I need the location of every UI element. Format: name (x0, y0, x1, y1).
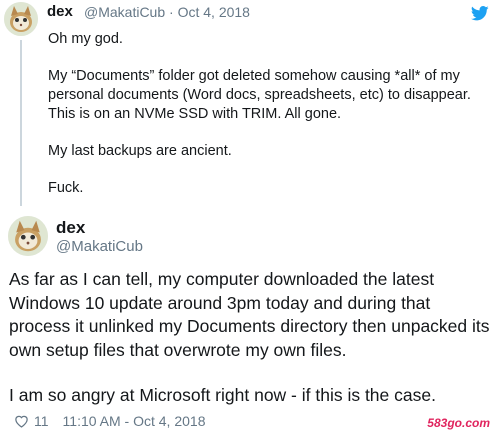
tweet-paragraph: As far as I can tell, my computer downlo… (9, 269, 490, 360)
tweet-paragraph: My last backups are ancient. (48, 143, 232, 159)
tweet-paragraph: Fuck. (48, 180, 84, 196)
tweet-timestamp[interactable]: 11:10 AM - Oct 4, 2018 (63, 413, 206, 429)
tweet-date[interactable]: Oct 4, 2018 (178, 4, 250, 20)
author-handle[interactable]: @MakatiCub (84, 4, 165, 20)
author-name[interactable]: dex (56, 218, 85, 238)
tweet-paragraph: My “Documents” folder got deleted someho… (48, 68, 471, 122)
author-name[interactable]: dex (47, 3, 73, 20)
tweet-text: As far as I can tell, my computer downlo… (9, 268, 495, 430)
avatar[interactable] (4, 2, 38, 36)
twitter-bird-icon[interactable] (470, 6, 489, 26)
cat-avatar-icon (4, 2, 38, 36)
author-handle[interactable]: @MakatiCub (56, 238, 143, 255)
watermark: 583go.com (427, 416, 490, 430)
like-count: 11 (34, 413, 49, 429)
separator-dot: · (169, 4, 174, 20)
like-button[interactable]: 11 (14, 413, 49, 429)
tweet-paragraph: Oh my god. (48, 31, 123, 47)
tweet-paragraph: I am so angry at Microsoft right now - i… (9, 385, 436, 405)
heart-icon (15, 415, 28, 428)
tweet-footer: 11 11:10 AM - Oct 4, 2018 (14, 413, 205, 429)
thread-line (20, 40, 22, 206)
author-meta: @MakatiCub · Oct 4, 2018 (84, 4, 250, 20)
tweet-text: Oh my god. My “Documents” folder got del… (48, 30, 488, 216)
avatar[interactable] (8, 216, 48, 256)
cat-avatar-icon (8, 216, 48, 256)
